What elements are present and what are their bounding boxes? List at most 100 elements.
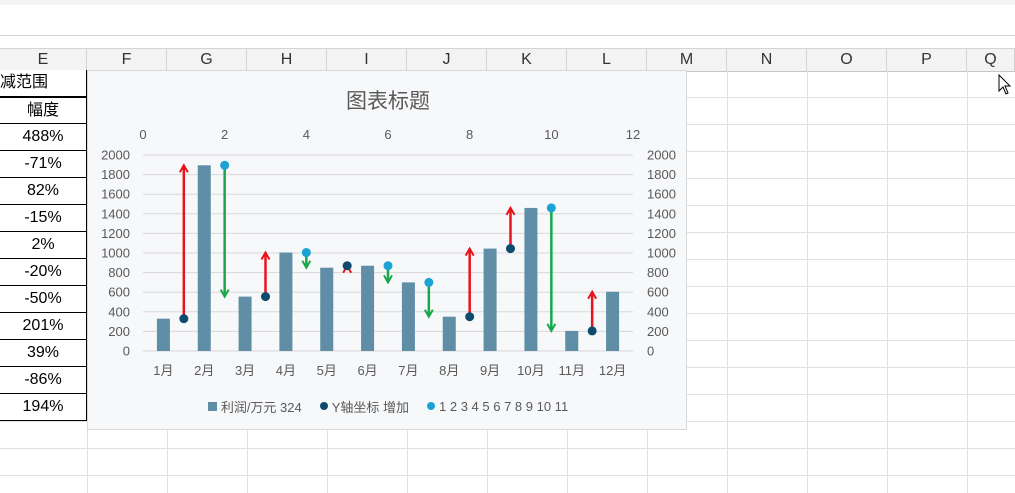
- legend-dark-dot: [319, 402, 328, 410]
- chart-object[interactable]: 图表标题 0 0 200 200 400 400 600 600 800 800 1000 1000 1…: [87, 70, 687, 430]
- y-left-tick-label: 600: [108, 285, 130, 300]
- column-header-i[interactable]: I: [327, 49, 407, 71]
- light-data-point: [383, 261, 393, 271]
- legend-dark-label: Y轴坐标 增加: [331, 399, 410, 415]
- x-top-tick-label: 6: [384, 127, 391, 142]
- y-left-tick-label: 2000: [101, 148, 130, 163]
- table-cell-magnitude[interactable]: -50%: [0, 286, 87, 313]
- x-category-label: 3月: [235, 363, 255, 378]
- column-gridline: [727, 70, 728, 493]
- y-left-tick-label: 200: [108, 324, 130, 339]
- row-gridline: [0, 448, 1015, 449]
- table-cell-magnitude[interactable]: 194%: [0, 394, 87, 421]
- table-cell-magnitude[interactable]: 488%: [0, 124, 87, 151]
- bar-7月: [401, 282, 415, 351]
- bar-8月: [442, 316, 456, 351]
- y-right-tick-label: 200: [647, 324, 669, 339]
- y-right-tick-label: 600: [647, 285, 669, 300]
- y-left-tick-label: 1800: [101, 167, 130, 182]
- y-right-tick-label: 0: [647, 344, 654, 359]
- bar-6月: [361, 265, 375, 351]
- y-right-tick-label: 2000: [647, 148, 676, 163]
- x-category-label: 8月: [439, 363, 459, 378]
- table-cell-magnitude[interactable]: 39%: [0, 340, 87, 367]
- legend-item-dark-points[interactable]: Y轴坐标 增加: [319, 397, 410, 416]
- x-category-label: 1月: [153, 363, 173, 378]
- column-header-k[interactable]: K: [487, 49, 567, 71]
- y-left-tick-label: 0: [123, 344, 130, 359]
- dark-data-point: [587, 326, 597, 336]
- y-right-tick-label: 400: [647, 304, 669, 319]
- y-left-tick-label: 1600: [101, 187, 130, 202]
- chart-plot: 0 0 200 200 400 400 600 600 800 800 1000 1000 1200 12…: [101, 127, 676, 378]
- column-gridline: [967, 70, 968, 493]
- table-header-partial[interactable]: 减范围: [0, 70, 87, 97]
- bar-4月: [279, 252, 293, 351]
- light-data-point: [424, 277, 434, 287]
- column-header-j[interactable]: J: [407, 49, 487, 71]
- x-category-label: 9月: [480, 363, 500, 378]
- x-category-label: 2月: [194, 363, 214, 378]
- column-header-p[interactable]: P: [887, 49, 967, 71]
- y-left-tick-label: 800: [108, 265, 130, 280]
- legend-bar-swatch: [207, 401, 217, 411]
- x-top-tick-label: 4: [303, 127, 310, 142]
- column-header-q[interactable]: Q: [967, 49, 1015, 71]
- table-cell-magnitude[interactable]: -15%: [0, 205, 87, 232]
- table-col-header[interactable]: 幅度: [0, 97, 87, 124]
- table-cell-magnitude[interactable]: -20%: [0, 259, 87, 286]
- y-right-tick-label: 1400: [647, 206, 676, 221]
- light-data-point: [301, 248, 311, 258]
- x-top-tick-label: 12: [626, 127, 640, 142]
- dark-data-point: [506, 244, 515, 254]
- light-data-point: [546, 203, 556, 213]
- column-header-f[interactable]: F: [87, 49, 167, 71]
- y-right-tick-label: 1200: [647, 226, 676, 241]
- y-left-tick-label: 1000: [101, 246, 130, 261]
- column-header-h[interactable]: H: [247, 49, 327, 71]
- light-data-point: [220, 160, 230, 170]
- x-category-label: 5月: [317, 363, 337, 378]
- dark-data-point: [465, 312, 475, 322]
- x-category-label: 11月: [559, 363, 586, 378]
- x-top-tick-label: 10: [544, 127, 558, 142]
- x-top-tick-label: 8: [466, 127, 473, 142]
- table-cell-magnitude[interactable]: 82%: [0, 178, 87, 205]
- column-header-e[interactable]: E: [0, 49, 87, 71]
- chart-legend[interactable]: 利润/万元 324 Y轴坐标 增加 1 2 3 4 5 6 7 8 9 10 1…: [88, 396, 688, 416]
- legend-light-dot: [427, 402, 436, 410]
- x-top-tick-label: 0: [139, 127, 146, 142]
- table-cell-magnitude[interactable]: 2%: [0, 232, 87, 259]
- table-cell-magnitude[interactable]: -71%: [0, 151, 87, 178]
- y-right-tick-label: 800: [647, 265, 669, 280]
- y-left-tick-label: 1200: [101, 226, 130, 241]
- dark-data-point: [179, 314, 189, 324]
- table-cell-magnitude[interactable]: -86%: [0, 367, 87, 394]
- x-category-label: 12月: [599, 363, 626, 378]
- column-header-m[interactable]: M: [647, 49, 727, 71]
- bar-12月: [606, 291, 620, 351]
- bar-2月: [197, 165, 211, 351]
- column-gridline: [887, 70, 888, 493]
- x-category-label: 6月: [357, 363, 377, 378]
- column-gridline: [807, 70, 808, 493]
- bar-1月: [156, 318, 170, 351]
- mouse-cursor-icon: [998, 74, 1012, 95]
- legend-light-label: 1 2 3 4 5 6 7 8 9 10 11: [439, 398, 569, 414]
- x-category-label: 7月: [398, 363, 418, 378]
- column-header-n[interactable]: N: [727, 49, 807, 71]
- legend-item-bars[interactable]: 利润/万元 324: [207, 397, 302, 416]
- legend-item-light-points[interactable]: 1 2 3 4 5 6 7 8 9 10 11: [427, 399, 568, 414]
- column-header-l[interactable]: L: [567, 49, 647, 71]
- bar-3月: [238, 296, 252, 351]
- toolbar-gap: [0, 0, 1015, 5]
- dark-data-point: [261, 292, 270, 302]
- formula-bar-area: [0, 0, 1015, 36]
- bar-5月: [320, 267, 334, 351]
- column-header-o[interactable]: O: [807, 49, 887, 71]
- x-top-tick-label: 2: [221, 127, 228, 142]
- table-cell-magnitude[interactable]: 201%: [0, 313, 87, 340]
- column-header-g[interactable]: G: [167, 49, 247, 71]
- x-category-label: 4月: [276, 363, 296, 378]
- y-left-tick-label: 1400: [101, 206, 130, 221]
